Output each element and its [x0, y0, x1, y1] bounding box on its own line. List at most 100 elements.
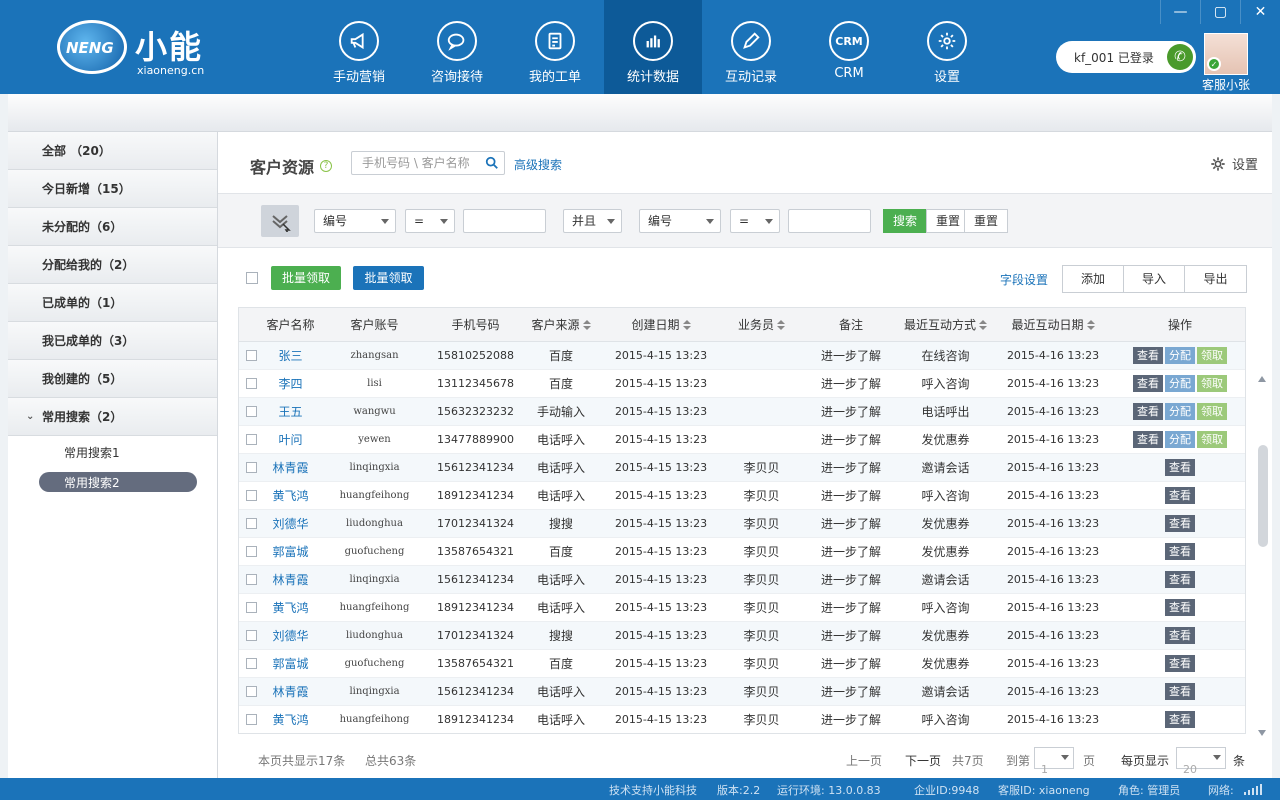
login-status[interactable]: kf_001 已登录 ✆ — [1056, 41, 1196, 73]
assign-button[interactable]: 分配 — [1165, 374, 1195, 392]
claim-button[interactable]: 领取 — [1197, 430, 1227, 448]
row-checkbox[interactable] — [239, 621, 264, 649]
customer-name[interactable]: 叶问 — [264, 425, 317, 453]
filter-search-button[interactable]: 搜索 — [883, 209, 928, 233]
search-icon[interactable] — [485, 156, 499, 170]
filter-field-2[interactable]: 编号 — [639, 209, 721, 233]
customer-name[interactable]: 刘德华 — [264, 621, 317, 649]
customer-name[interactable]: 黄飞鸿 — [264, 593, 317, 621]
filter-field-1[interactable]: 编号 — [314, 209, 396, 233]
sidebar-item-my-closed[interactable]: 我已成单的（3） — [8, 322, 217, 360]
row-checkbox-box[interactable] — [246, 350, 257, 361]
filter-operator-2[interactable]: = — [730, 209, 780, 233]
row-checkbox[interactable] — [239, 593, 264, 621]
sort-icon[interactable] — [979, 320, 987, 331]
table-row[interactable]: 刘德华 liudonghua 17012341324 搜搜 2015-4-15 13:2… — [239, 621, 1245, 649]
table-row[interactable]: 张三 zhangsan 15810252088 百度 2015-4-15 13:23 进一… — [239, 341, 1245, 369]
per-page-select[interactable]: 20 — [1176, 747, 1226, 776]
sidebar-item-my-created[interactable]: 我创建的（5） — [8, 360, 217, 398]
claim-button[interactable]: 领取 — [1197, 402, 1227, 420]
export-button[interactable]: 导出 — [1185, 266, 1246, 292]
col-agent[interactable]: 业务员 — [719, 308, 804, 342]
minimize-button[interactable]: — — [1160, 0, 1200, 24]
search-input[interactable]: 手机号码 \ 客户名称 — [351, 151, 505, 175]
row-checkbox[interactable] — [239, 649, 264, 677]
col-source[interactable]: 客户来源 — [519, 308, 603, 342]
customer-name[interactable]: 刘德华 — [264, 509, 317, 537]
row-checkbox[interactable] — [239, 705, 264, 733]
batch-claim-button[interactable]: 批量领取 — [271, 266, 341, 290]
row-checkbox-box[interactable] — [246, 462, 257, 473]
view-button[interactable]: 查看 — [1165, 458, 1195, 476]
row-checkbox-box[interactable] — [246, 518, 257, 529]
select-all-checkbox[interactable] — [246, 272, 258, 284]
view-button[interactable]: 查看 — [1165, 626, 1195, 644]
scroll-up-arrow[interactable] — [1258, 376, 1266, 382]
goto-page-select[interactable]: 1 — [1034, 747, 1074, 776]
customer-name[interactable]: 黄飞鸿 — [264, 481, 317, 509]
row-checkbox[interactable] — [239, 425, 264, 453]
row-checkbox-box[interactable] — [246, 378, 257, 389]
customer-name[interactable]: 黄飞鸿 — [264, 705, 317, 733]
phone-icon[interactable]: ✆ — [1167, 44, 1193, 70]
nav-interaction-log[interactable]: 互动记录 — [702, 0, 800, 94]
close-button[interactable]: ✕ — [1240, 0, 1280, 24]
assign-button[interactable]: 分配 — [1165, 346, 1195, 364]
import-button[interactable]: 导入 — [1124, 266, 1185, 292]
filter-reset-button-2[interactable]: 重置 — [964, 209, 1009, 233]
table-row[interactable]: 刘德华 liudonghua 17012341324 搜搜 2015-4-15 13:2… — [239, 509, 1245, 537]
table-row[interactable]: 林青霞 linqingxia 15612341234 电话呼入 2015-4-15 13… — [239, 565, 1245, 593]
customer-name[interactable]: 郭富城 — [264, 537, 317, 565]
row-checkbox[interactable] — [239, 565, 264, 593]
view-button[interactable]: 查看 — [1165, 570, 1195, 588]
table-row[interactable]: 郭富城 guofucheng 13587654321 百度 2015-4-15 13:2… — [239, 537, 1245, 565]
view-button[interactable]: 查看 — [1165, 682, 1195, 700]
claim-button[interactable]: 领取 — [1197, 346, 1227, 364]
row-checkbox-box[interactable] — [246, 602, 257, 613]
row-checkbox[interactable] — [239, 509, 264, 537]
sort-icon[interactable] — [682, 320, 691, 331]
table-row[interactable]: 黄飞鸿 huangfeihong 18912341234 电话呼入 2015-4-15 … — [239, 481, 1245, 509]
sidebar-subitem-saved-1[interactable]: 常用搜索1 — [8, 436, 217, 468]
next-page-button[interactable]: 下一页 — [905, 752, 941, 769]
view-button[interactable]: 查看 — [1133, 346, 1163, 364]
view-button[interactable]: 查看 — [1133, 374, 1163, 392]
sidebar-item-unassigned[interactable]: 未分配的（6） — [8, 208, 217, 246]
row-checkbox[interactable] — [239, 369, 264, 397]
sidebar-item-all[interactable]: 全部 （20） — [8, 132, 217, 170]
filter-value-2[interactable] — [788, 209, 871, 233]
assign-button[interactable]: 分配 — [1165, 430, 1195, 448]
view-button[interactable]: 查看 — [1165, 542, 1195, 560]
customer-name[interactable]: 林青霞 — [264, 565, 317, 593]
collapse-filter-button[interactable] — [261, 205, 299, 237]
row-checkbox[interactable] — [239, 453, 264, 481]
row-checkbox-box[interactable] — [246, 546, 257, 557]
customer-name[interactable]: 林青霞 — [264, 453, 317, 481]
view-button[interactable]: 查看 — [1165, 486, 1195, 504]
table-row[interactable]: 郭富城 guofucheng 13587654321 百度 2015-4-15 13:2… — [239, 649, 1245, 677]
view-button[interactable]: 查看 — [1165, 514, 1195, 532]
row-checkbox[interactable] — [239, 537, 264, 565]
nav-statistics[interactable]: 统计数据 — [604, 0, 702, 94]
col-created[interactable]: 创建日期 — [603, 308, 719, 342]
row-checkbox[interactable] — [239, 481, 264, 509]
view-button[interactable]: 查看 — [1133, 430, 1163, 448]
row-checkbox-box[interactable] — [246, 490, 257, 501]
nav-consult[interactable]: 咨询接待 — [408, 0, 506, 94]
view-button[interactable]: 查看 — [1165, 710, 1195, 728]
table-row[interactable]: 林青霞 linqingxia 15612341234 电话呼入 2015-4-15 13… — [239, 677, 1245, 705]
row-checkbox-box[interactable] — [246, 406, 257, 417]
filter-value-1[interactable] — [463, 209, 546, 233]
batch-claim-button-2[interactable]: 批量领取 — [353, 266, 424, 290]
table-row[interactable]: 王五 wangwu 15632323232 手动输入 2015-4-15 13:23 进一… — [239, 397, 1245, 425]
col-last-date[interactable]: 最近互动日期 — [993, 308, 1113, 342]
row-checkbox-box[interactable] — [246, 574, 257, 585]
customer-name[interactable]: 张三 — [264, 341, 317, 369]
table-row[interactable]: 黄飞鸿 huangfeihong 18912341234 电话呼入 2015-4-15 … — [239, 705, 1245, 733]
view-button[interactable]: 查看 — [1165, 654, 1195, 672]
row-checkbox[interactable] — [239, 341, 264, 369]
row-checkbox-box[interactable] — [246, 686, 257, 697]
sort-icon[interactable] — [582, 320, 591, 331]
nav-settings[interactable]: 设置 — [898, 0, 996, 94]
scrollbar-thumb[interactable] — [1258, 445, 1268, 547]
